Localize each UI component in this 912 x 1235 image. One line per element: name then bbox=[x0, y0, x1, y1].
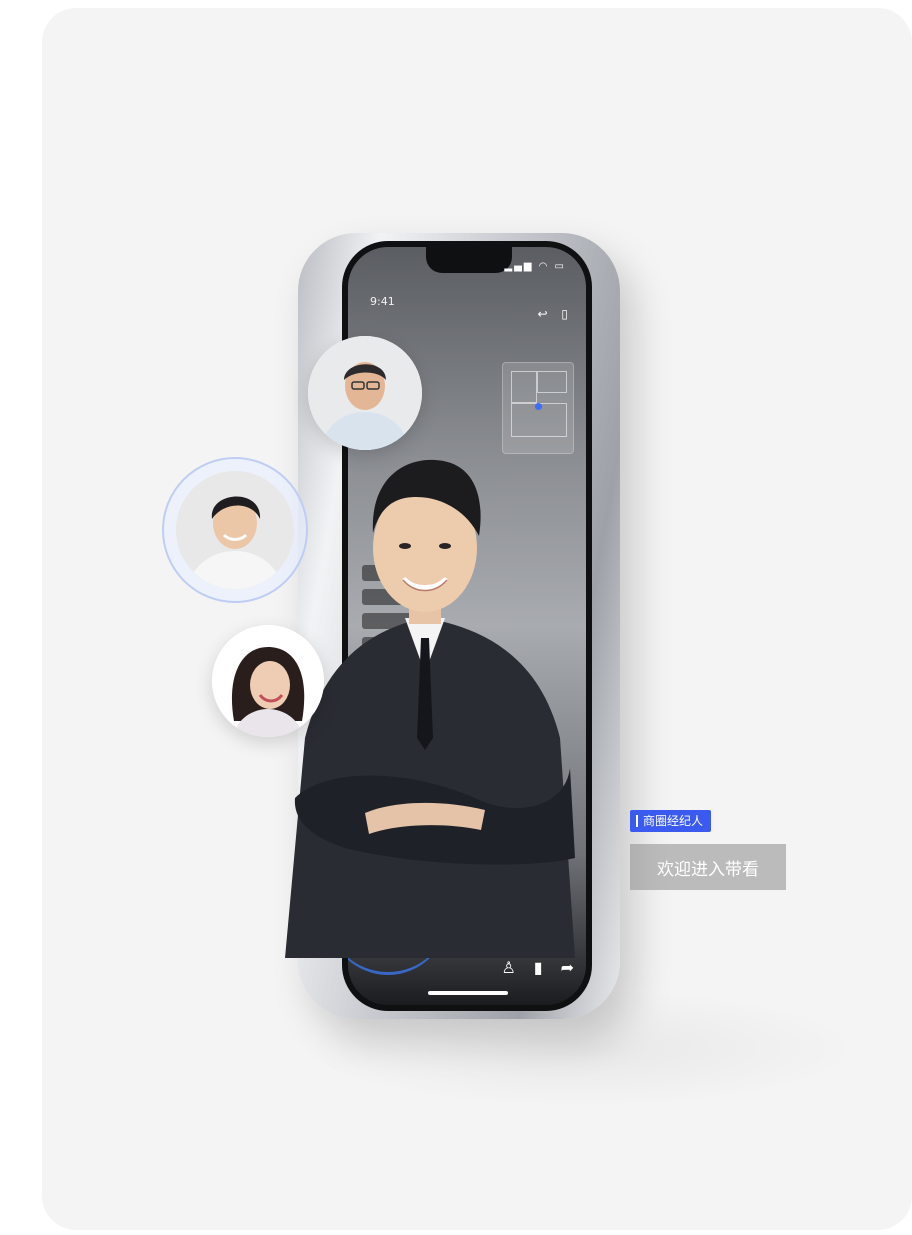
home-indicator bbox=[428, 991, 508, 995]
agent-icon[interactable]: ♙ bbox=[501, 958, 515, 977]
avatar-middle-aged-man bbox=[308, 336, 422, 450]
avatar-woman bbox=[212, 625, 324, 737]
phone-notch bbox=[426, 247, 512, 273]
location-marker-icon bbox=[535, 403, 542, 410]
share-arrow-icon[interactable]: ➦ bbox=[561, 958, 574, 977]
welcome-message: 欢迎进入带看 bbox=[630, 844, 786, 890]
status-time: 9:41 bbox=[370, 295, 395, 308]
back-icon[interactable]: ↩ bbox=[538, 307, 548, 321]
badge-bar-icon bbox=[636, 815, 638, 827]
bottom-action-bar: ♙ ▮ ➦ bbox=[501, 958, 574, 977]
agent-label-badge: 商圈经纪人 bbox=[630, 810, 712, 832]
status-icons: ▂▄▆ ◠ ▭ bbox=[504, 261, 566, 272]
person-avatar-icon bbox=[176, 471, 294, 589]
agent-label-text: 商圈经纪人 bbox=[643, 814, 704, 828]
person-avatar-icon bbox=[212, 625, 324, 737]
agent-figure bbox=[285, 459, 575, 958]
share-icon[interactable]: ▯ bbox=[561, 307, 568, 321]
avatar-young-man bbox=[162, 457, 308, 603]
person-avatar-icon bbox=[308, 336, 422, 450]
top-icons: ↩ ▯ bbox=[528, 307, 569, 321]
phone-icon[interactable]: ▮ bbox=[534, 958, 543, 977]
